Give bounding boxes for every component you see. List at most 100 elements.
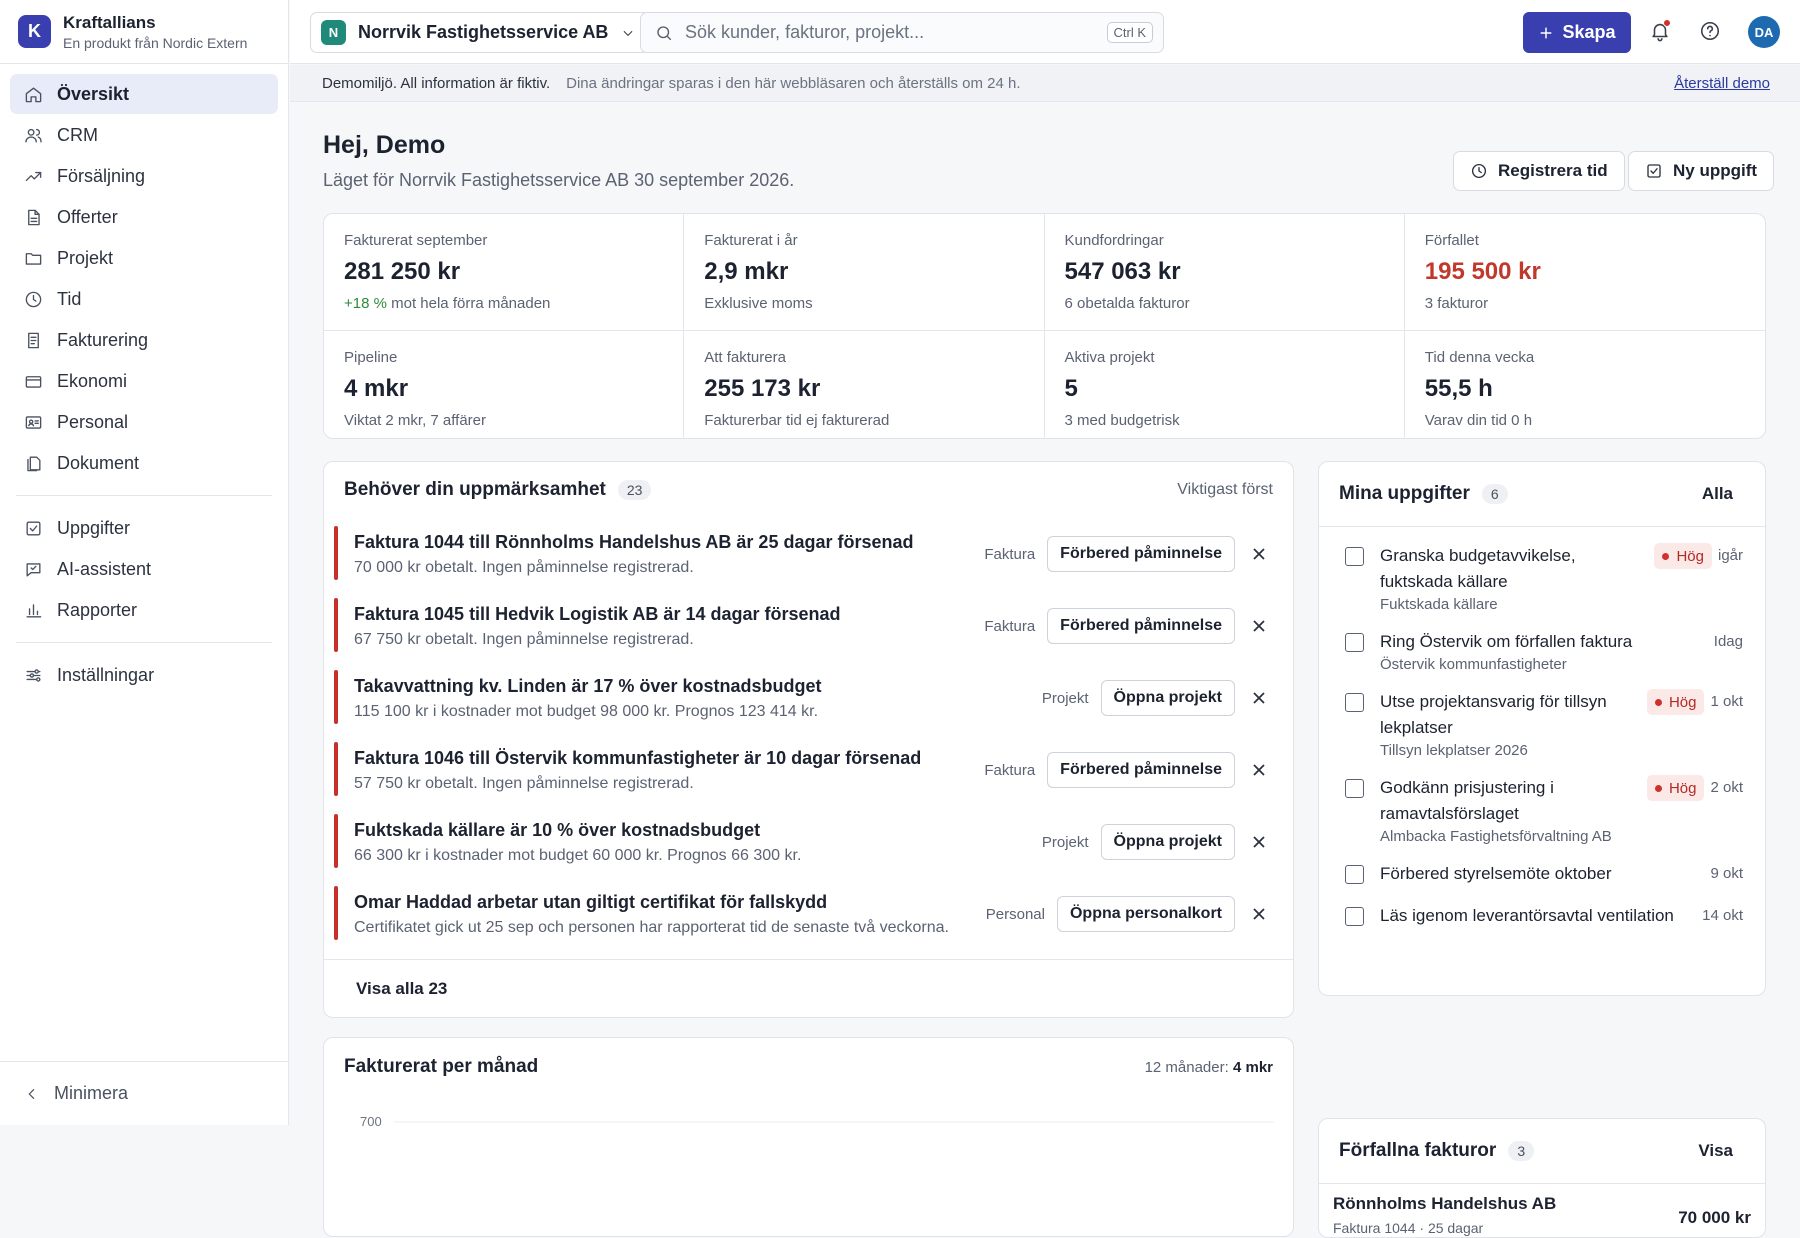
open-staff-card-button[interactable]: Öppna personalkort	[1057, 896, 1235, 932]
task-checkbox[interactable]	[1345, 633, 1364, 652]
task-checkbox[interactable]	[1345, 907, 1364, 926]
task-checkbox[interactable]	[1345, 779, 1364, 798]
sidebar: K Kraftallians En produkt från Nordic Ex…	[0, 0, 289, 1125]
task-item[interactable]: Förbered styrelsemöte oktober 9 okt	[1319, 853, 1765, 895]
overdue-view-link[interactable]: Visa	[1698, 1141, 1733, 1161]
task-date: igår	[1718, 547, 1743, 564]
kpi-card[interactable]: Kundfordringar 547 063 kr 6 obetalda fak…	[1045, 214, 1405, 331]
notifications-button[interactable]	[1649, 20, 1671, 42]
task-checkbox[interactable]	[1345, 693, 1364, 712]
attention-item-desc: 70 000 kr obetalt. Ingen påminnelse regi…	[354, 559, 984, 577]
kpi-value: 55,5 h	[1425, 375, 1745, 403]
sidebar-item-dokument[interactable]: Dokument	[10, 443, 278, 483]
topbar: N Norrvik Fastighetsservice AB Ctrl K Sk…	[290, 0, 1800, 64]
close-icon[interactable]	[1251, 690, 1267, 706]
files-icon	[24, 454, 43, 473]
severity-bar	[334, 742, 338, 796]
kpi-value: 547 063 kr	[1065, 258, 1384, 286]
tasks-card: Mina uppgifter 6 Alla Granska budgetavvi…	[1318, 461, 1766, 996]
sidebar-item-fakturering[interactable]: Fakturering	[10, 320, 278, 360]
kpi-card[interactable]: Att fakturera 255 173 kr Fakturerbar tid…	[684, 331, 1044, 439]
open-project-button[interactable]: Öppna projekt	[1101, 824, 1235, 860]
attention-sort[interactable]: Viktigast först	[1177, 481, 1273, 499]
kpi-sub-text: mot hela förra månaden	[387, 295, 550, 312]
attention-card: Behöver din uppmärksamhet 23 Viktigast f…	[323, 461, 1294, 1018]
prepare-reminder-button[interactable]: Förbered påminnelse	[1047, 608, 1235, 644]
task-item[interactable]: Utse projektansvarig för tillsyn lekplat…	[1319, 681, 1765, 767]
attention-item[interactable]: Takavvattning kv. Linden är 17 % över ko…	[324, 662, 1293, 734]
tasks-all-link[interactable]: Alla	[1702, 484, 1733, 504]
kpi-card[interactable]: Förfallet 195 500 kr 3 fakturor	[1405, 214, 1765, 331]
kpi-card[interactable]: Pipeline 4 mkr Viktat 2 mkr, 7 affärer	[324, 331, 684, 439]
prepare-reminder-button[interactable]: Förbered påminnelse	[1047, 752, 1235, 788]
sidebar-item-crm[interactable]: CRM	[10, 115, 278, 155]
attention-item[interactable]: Faktura 1044 till Rönnholms Handelshus A…	[324, 518, 1293, 590]
kpi-sub: Exklusive moms	[704, 295, 1023, 312]
sidebar-item-forsaljning[interactable]: Försäljning	[10, 156, 278, 196]
kpi-card[interactable]: Aktiva projekt 5 3 med budgetrisk	[1045, 331, 1405, 439]
task-item[interactable]: Granska budgetavvikelse, fuktskada källa…	[1319, 535, 1765, 621]
trend-icon	[24, 167, 43, 186]
sidebar-item-rapporter[interactable]: Rapporter	[10, 590, 278, 630]
kpi-sub: 6 obetalda fakturor	[1065, 295, 1384, 312]
sidebar-item-tid[interactable]: Tid	[10, 279, 278, 319]
task-item[interactable]: Ring Östervik om förfallen fakturaÖsterv…	[1319, 621, 1765, 681]
kpi-card[interactable]: Tid denna vecka 55,5 h Varav din tid 0 h	[1405, 331, 1765, 439]
sidebar-item-uppgifter[interactable]: Uppgifter	[10, 508, 278, 548]
task-checkbox[interactable]	[1345, 547, 1364, 566]
overdue-title: Förfallna fakturor	[1339, 1140, 1496, 1162]
sidebar-item-projekt[interactable]: Projekt	[10, 238, 278, 278]
create-button[interactable]: Skapa	[1523, 12, 1631, 53]
document-icon	[24, 208, 43, 227]
task-date: 9 okt	[1710, 865, 1743, 882]
open-project-button[interactable]: Öppna projekt	[1101, 680, 1235, 716]
avatar[interactable]: DA	[1748, 16, 1780, 48]
company-switcher[interactable]: N Norrvik Fastighetsservice AB	[310, 12, 650, 53]
overdue-row[interactable]: Rönnholms Handelshus AB Faktura 1044 · 2…	[1319, 1183, 1765, 1236]
attention-item-title: Fuktskada källare är 10 % över kostnadsb…	[354, 820, 1042, 841]
kpi-label: Förfallet	[1425, 232, 1745, 249]
new-task-button[interactable]: Ny uppgift	[1628, 151, 1774, 191]
attention-item[interactable]: Omar Haddad arbetar utan giltigt certifi…	[324, 878, 1293, 950]
minimize-button[interactable]: Minimera	[0, 1061, 289, 1125]
show-all-button[interactable]: Visa alla 23	[324, 959, 1293, 1017]
kpi-label: Fakturerat september	[344, 232, 663, 249]
close-icon[interactable]	[1251, 618, 1267, 634]
search-input[interactable]	[685, 22, 1085, 43]
sidebar-item-offerter[interactable]: Offerter	[10, 197, 278, 237]
kpi-sub: Viktat 2 mkr, 7 affärer	[344, 412, 663, 429]
page-title: Hej, Demo	[323, 131, 794, 160]
search-icon	[655, 24, 673, 42]
close-icon[interactable]	[1251, 546, 1267, 562]
close-icon[interactable]	[1251, 834, 1267, 850]
search-shortcut: Ctrl K	[1107, 22, 1154, 43]
attention-item-type: Faktura	[984, 762, 1035, 779]
help-button[interactable]	[1699, 20, 1721, 42]
attention-item[interactable]: Faktura 1045 till Hedvik Logistik AB är …	[324, 590, 1293, 662]
sidebar-item-ai-assistent[interactable]: AI-assistent	[10, 549, 278, 589]
sidebar-item-label: Offerter	[57, 207, 118, 228]
sidebar-item-label: AI-assistent	[57, 559, 151, 580]
prepare-reminder-button[interactable]: Förbered påminnelse	[1047, 536, 1235, 572]
kpi-label: Fakturerat i år	[704, 232, 1023, 249]
sidebar-item-ekonomi[interactable]: Ekonomi	[10, 361, 278, 401]
kpi-card[interactable]: Fakturerat i år 2,9 mkr Exklusive moms	[684, 214, 1044, 331]
reset-demo-link[interactable]: Återställ demo	[1674, 75, 1770, 92]
sidebar-item-oversikt[interactable]: Översikt	[10, 74, 278, 114]
task-item[interactable]: Läs igenom leverantörsavtal ventilation …	[1319, 895, 1765, 937]
plus-icon	[1538, 25, 1554, 41]
sidebar-item-personal[interactable]: Personal	[10, 402, 278, 442]
home-icon	[24, 85, 43, 104]
task-item[interactable]: Godkänn prisjustering i ramavtalsförslag…	[1319, 767, 1765, 853]
register-time-button[interactable]: Registrera tid	[1453, 151, 1625, 191]
sidebar-item-installningar[interactable]: Inställningar	[10, 655, 278, 695]
close-icon[interactable]	[1251, 762, 1267, 778]
kpi-card[interactable]: Fakturerat september 281 250 kr +18 % mo…	[324, 214, 684, 331]
close-icon[interactable]	[1251, 906, 1267, 922]
task-checkbox[interactable]	[1345, 865, 1364, 884]
attention-item[interactable]: Fuktskada källare är 10 % över kostnadsb…	[324, 806, 1293, 878]
attention-item[interactable]: Faktura 1046 till Östervik kommunfastigh…	[324, 734, 1293, 806]
task-sub: Tillsyn lekplatser 2026	[1380, 742, 1639, 759]
bar-chart-icon	[24, 601, 43, 620]
attention-item-type: Faktura	[984, 546, 1035, 563]
